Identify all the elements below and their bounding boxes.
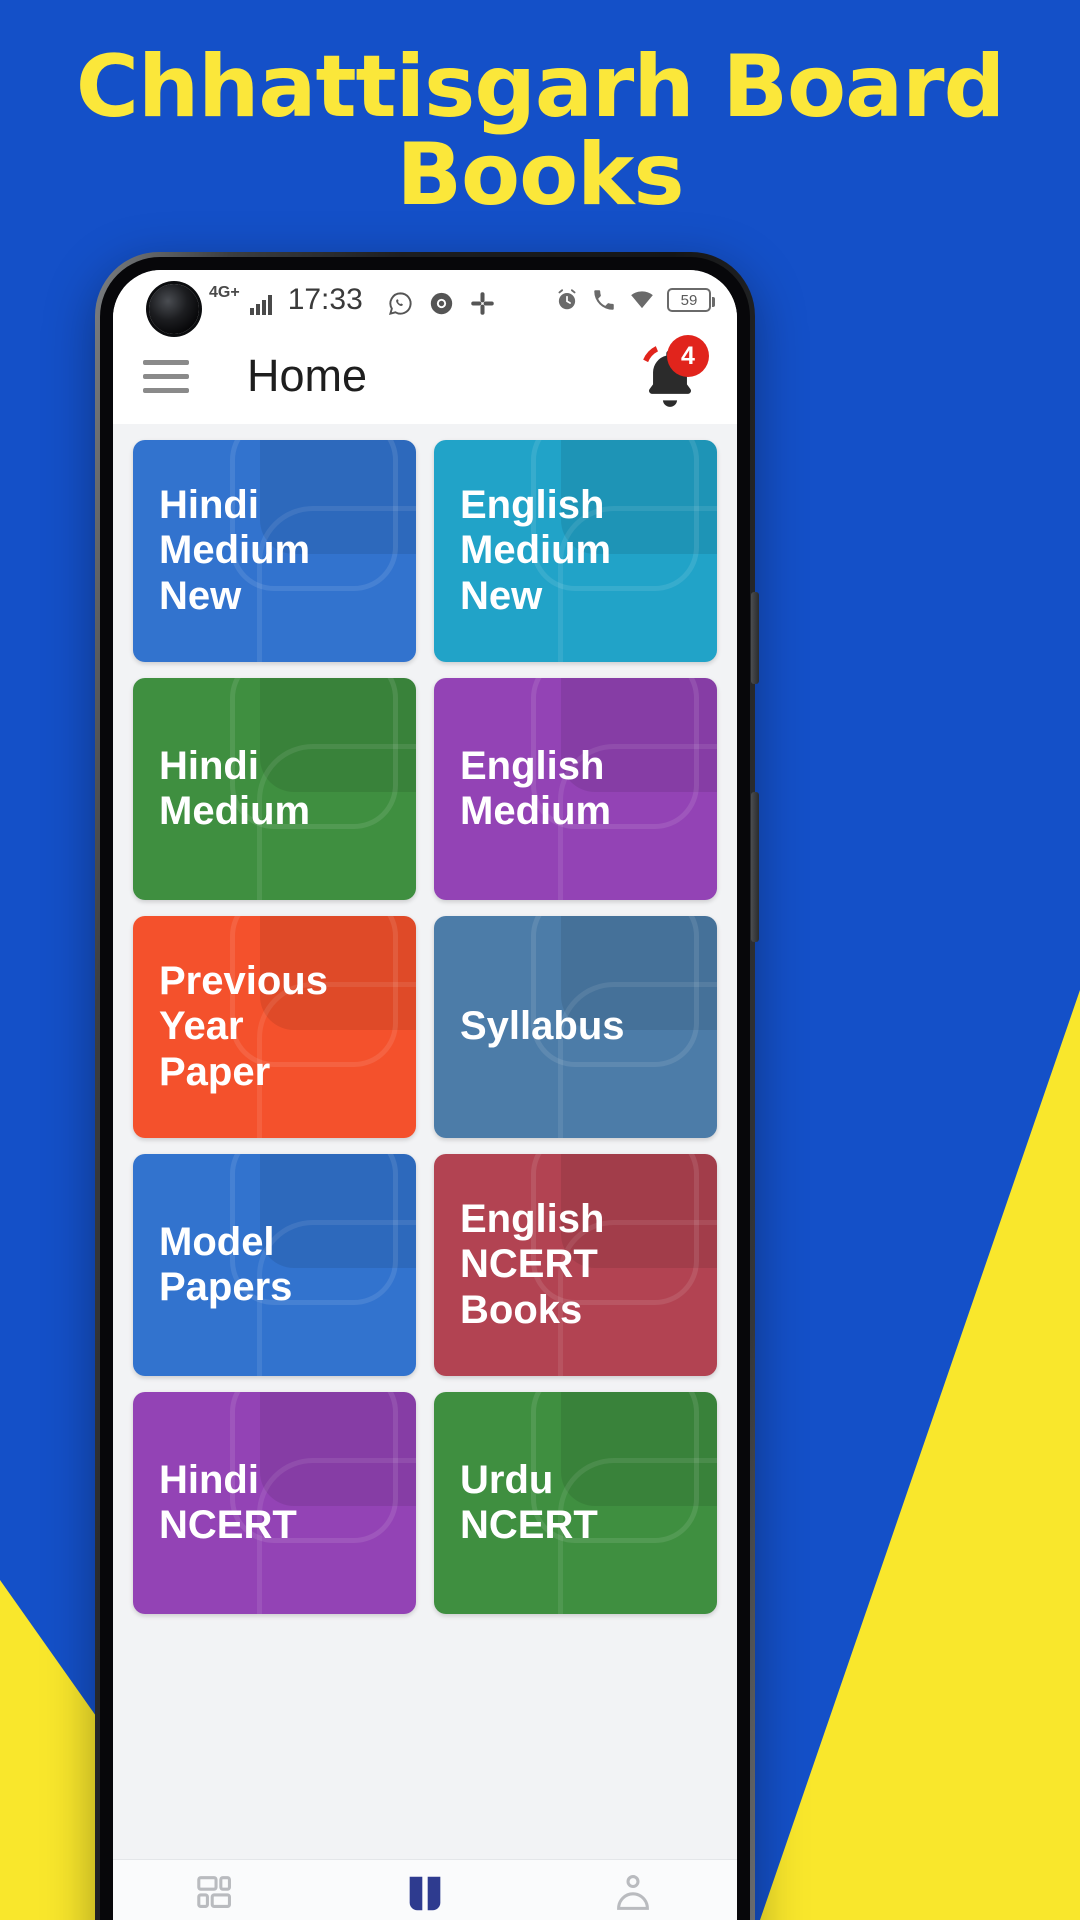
volume-button[interactable]: [751, 592, 759, 684]
book-card[interactable]: English Medium New: [434, 440, 717, 662]
page-title: Home: [247, 350, 368, 401]
book-card[interactable]: Model Papers: [133, 1154, 416, 1376]
grid-layout-icon: [197, 1875, 231, 1908]
book-card[interactable]: English NCERT Books: [434, 1154, 717, 1376]
poster-title-line2: Books: [396, 124, 684, 225]
chrome-icon: [430, 292, 452, 315]
phone-mockup: 4G+ 17:33 59 Home 4 Hindi Medium New Eng…: [95, 252, 759, 1920]
wifi-icon: [631, 291, 653, 309]
power-button[interactable]: [751, 792, 759, 942]
book-card[interactable]: Hindi Medium: [133, 678, 416, 900]
book-icon: [409, 1876, 441, 1910]
ref-book-icon: [617, 1874, 649, 1910]
card-label: Urdu NCERT: [460, 1457, 598, 1547]
camera-punch-hole: [149, 284, 199, 334]
card-label: Hindi Medium New: [159, 483, 311, 618]
battery-level: 59: [680, 291, 698, 309]
poster-title: Chhattisgarh Board Books: [0, 43, 1080, 225]
book-card[interactable]: Urdu NCERT: [434, 1392, 717, 1614]
book-card[interactable]: Hindi NCERT: [133, 1392, 416, 1614]
slack-icon: [471, 292, 494, 315]
book-card[interactable]: Syllabus: [434, 916, 717, 1138]
book-card[interactable]: English Medium: [434, 678, 717, 900]
alarm-icon: [558, 289, 576, 310]
decorative-wedge-right: [760, 990, 1080, 1920]
bottom-navigation: Updates Books Ref: [113, 1859, 737, 1920]
status-bar-clock: 17:33: [287, 283, 363, 316]
book-card[interactable]: Hindi Medium New: [133, 440, 416, 662]
notification-badge: 4: [667, 335, 709, 377]
phone-screen: 4G+ 17:33 59 Home 4 Hindi Medium New Eng…: [113, 270, 737, 1920]
cards-scroll-area[interactable]: Hindi Medium New English Medium New Hindi …: [113, 424, 737, 1859]
card-label: English Medium New: [460, 483, 612, 618]
card-label: English Medium: [460, 743, 612, 833]
battery-icon: 59: [667, 288, 715, 312]
hamburger-icon[interactable]: [143, 359, 189, 393]
card-label: Model Papers: [159, 1219, 293, 1309]
network-type-label: 4G+: [209, 284, 240, 301]
status-bar-right: 59: [554, 287, 715, 313]
card-label: English NCERT Books: [460, 1197, 605, 1332]
nav-item-ref-book[interactable]: Ref Book: [529, 1871, 737, 1920]
book-card[interactable]: Previous Year Paper: [133, 916, 416, 1138]
status-bar-app-icons: [387, 290, 496, 317]
card-label: Previous Year Paper: [159, 959, 328, 1094]
nav-item-books[interactable]: Books: [321, 1871, 529, 1920]
nav-item-updates[interactable]: Updates: [113, 1871, 321, 1920]
status-bar: 4G+ 17:33 59: [113, 270, 737, 334]
signal-bars-icon: [249, 293, 272, 315]
poster-title-line1: Chhattisgarh Board: [75, 37, 1005, 137]
notification-button[interactable]: 4: [633, 335, 709, 413]
card-label: Syllabus: [460, 1004, 625, 1049]
books-grid: Hindi Medium New English Medium New Hindi …: [133, 440, 717, 1614]
card-label: Hindi NCERT: [159, 1457, 297, 1547]
status-bar-left: 4G+ 17:33: [147, 283, 496, 317]
call-icon: [594, 290, 614, 310]
whatsapp-icon: [388, 292, 412, 315]
phone-bezel: 4G+ 17:33 59 Home 4 Hindi Medium New Eng…: [100, 257, 750, 1920]
card-label: Hindi Medium: [159, 743, 311, 833]
app-bar: Home 4: [113, 328, 737, 424]
